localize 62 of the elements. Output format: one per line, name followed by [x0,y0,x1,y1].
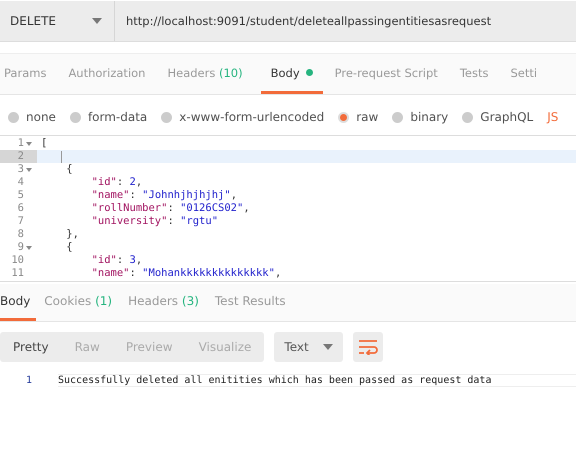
view-mode-button[interactable]: Preview [112,332,186,362]
radio-label: GraphQL [480,110,534,124]
caret-icon [92,18,102,24]
request-tab[interactable]: Body [260,54,323,94]
radio-button[interactable] [392,112,404,122]
radio-button[interactable] [462,112,474,122]
line-number: 11 [11,267,24,280]
line-number: 5 [18,189,24,202]
line-number: 1 [18,137,24,150]
fold-icon[interactable] [26,246,32,250]
response-text: Successfully deleted all enitities which has been passed as request data [58,374,576,386]
line-number: 9 [18,241,24,254]
code-line: "id": 3, [90,254,142,267]
view-mode-button[interactable]: Raw [62,332,113,362]
fold-icon[interactable] [26,168,32,172]
code-line: "name": "Mohankkkkkkkkkkkkkk", [90,267,282,280]
radio-label: binary [410,110,448,124]
request-tab[interactable]: Headers (10) [163,54,253,94]
line-number: 10 [11,254,24,267]
code-line: [ [41,137,48,150]
fold-icon[interactable] [26,142,32,146]
method-dropdown[interactable]: DELETE [0,1,115,41]
line-number: 1 [25,374,34,386]
line-number: 3 [18,163,24,176]
radio-button[interactable] [161,112,172,122]
radio-button[interactable] [338,112,350,122]
code-line: "id": 2, [90,176,142,189]
line-number: 2 [18,150,24,163]
code-line: { [65,163,73,176]
code-line: { [65,241,73,254]
response-tab[interactable]: Cookies (1) [36,284,120,321]
code-line: "university": "rgtu" [90,215,218,228]
radio-label: none [26,110,56,124]
radio-button[interactable] [8,112,19,122]
response-tab[interactable]: Headers (3) [120,284,207,321]
radio-button[interactable] [70,112,81,122]
radio-label: raw [356,110,378,124]
line-number: 8 [18,228,24,241]
wrap-lines-icon [358,339,378,355]
line-number: 6 [18,202,24,215]
request-tab[interactable]: Authorization [64,54,156,94]
code-line: "name": "Johnhjhjhjhj", [90,189,238,202]
format-dropdown[interactable]: Text [274,332,343,362]
line-number: 7 [18,215,24,228]
line-number: 4 [18,176,24,189]
radio-label: form-data [88,110,148,124]
request-tab[interactable]: Params [0,54,56,94]
code-line: "rollNumber": "0126CS02", [90,202,250,215]
view-mode-button[interactable]: Visualize [186,332,264,362]
response-tab[interactable]: Test Results [206,284,294,321]
request-tab[interactable]: Pre-request Script [330,54,448,94]
response-tab[interactable]: Body [0,284,36,321]
request-tab[interactable]: Setti [506,54,548,94]
code-line: }, [65,228,79,241]
format-dropdown[interactable]: JS [547,110,558,124]
url-field[interactable]: http://localhost:9091/student/deleteallpassingentitiesasrequest [115,1,492,41]
caret-icon [322,344,333,350]
method-label: DELETE [10,14,56,28]
view-mode-button[interactable]: Pretty [0,332,62,362]
wrap-lines-button[interactable] [352,332,383,362]
request-tab[interactable]: Tests [456,54,498,94]
radio-label: x-www-form-urlencoded [179,110,324,124]
